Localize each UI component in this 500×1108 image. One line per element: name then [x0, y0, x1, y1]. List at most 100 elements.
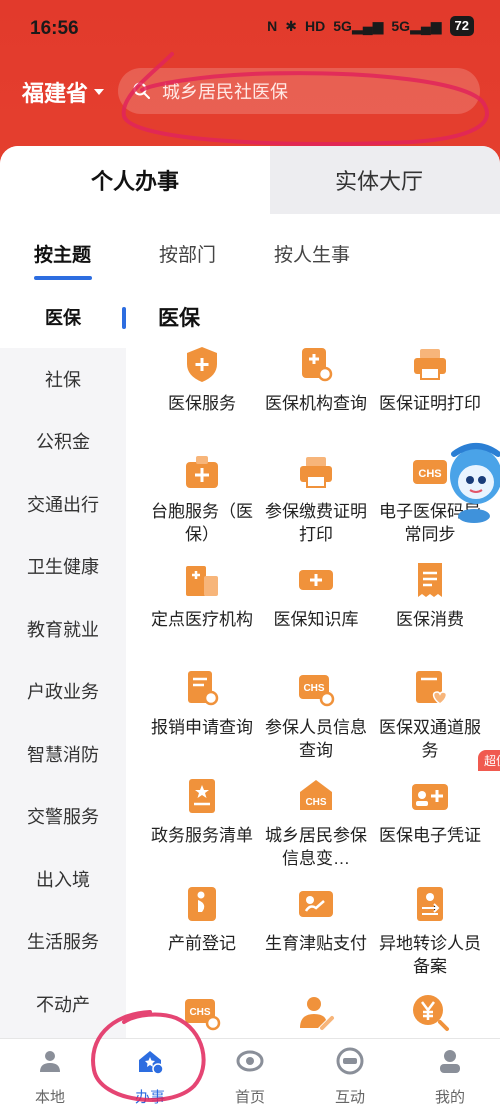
shield-plus-icon — [182, 344, 222, 384]
sidebar-item-health[interactable]: 卫生健康 — [0, 535, 126, 597]
sidebar-item-medical-insurance[interactable]: 医保 — [0, 286, 126, 348]
service-item[interactable]: 医保机构查询 — [256, 344, 376, 415]
chs-transfer-icon: CHS — [182, 992, 222, 1032]
tab-personal-affairs[interactable]: 个人办事 — [0, 146, 270, 214]
signal-icon: 5G▂▄▆ — [333, 18, 384, 34]
service-label: 定点医疗机构 — [151, 610, 253, 629]
sidebar-item-living-services[interactable]: 生活服务 — [0, 910, 126, 972]
service-item[interactable] — [256, 992, 376, 1032]
service-label: 医保机构查询 — [265, 394, 367, 413]
service-item[interactable]: 产前登记 — [142, 884, 262, 955]
service-item[interactable]: CHS 参保人员信息查询 — [256, 668, 376, 762]
category-sidebar: 医保 社保 公积金 交通出行 卫生健康 教育就业 户政业务 智慧消防 交警服务 … — [0, 286, 126, 1038]
nav-services[interactable]: 办事 — [110, 1047, 190, 1107]
service-item[interactable]: 定点医疗机构 — [142, 560, 262, 631]
doc-star-icon — [182, 776, 222, 816]
service-item[interactable] — [370, 992, 490, 1032]
service-item[interactable]: 生育津贴支付 — [256, 884, 376, 955]
search-placeholder: 城乡居民社医保 — [162, 82, 288, 102]
service-label: 城乡居民参保信息变… — [265, 826, 367, 868]
sidebar-item-housing-fund[interactable]: 公积金 — [0, 410, 126, 472]
sidebar-item-traffic-police[interactable]: 交警服务 — [0, 785, 126, 847]
sidebar-item-transport[interactable]: 交通出行 — [0, 473, 126, 535]
bluetooth-icon: ✱ — [285, 18, 298, 34]
sub-tabs: 按主题 按部门 按人生事 — [0, 232, 500, 280]
hd-icon: HD — [305, 18, 326, 34]
service-label: 产前登记 — [168, 934, 236, 953]
promo-badge: 超便捷 — [478, 750, 500, 771]
mascot-icon[interactable] — [440, 436, 500, 526]
service-label: 医保知识库 — [273, 610, 359, 629]
service-item[interactable]: 医保消费 — [370, 560, 490, 631]
home-logo-icon — [236, 1050, 264, 1072]
svg-text:CHS: CHS — [305, 797, 326, 808]
printer-icon — [410, 344, 450, 384]
service-label: 台胞服务（医保） — [151, 502, 253, 544]
subtab-by-department[interactable]: 按部门 — [159, 240, 216, 267]
svg-text:CHS: CHS — [418, 468, 441, 480]
service-label: 生育津贴支付 — [265, 934, 367, 953]
service-label: 医保电子凭证 — [379, 826, 481, 845]
person-edit-icon — [296, 992, 336, 1032]
sidebar-item-real-estate[interactable]: 不动产 — [0, 973, 126, 1035]
service-item[interactable]: CHS 城乡居民参保信息变… — [256, 776, 376, 870]
subtab-by-theme[interactable]: 按主题 — [34, 240, 91, 267]
service-label: 政务服务清单 — [151, 826, 253, 845]
province-selector[interactable]: 福建省 — [22, 76, 105, 108]
sidebar-item-education[interactable]: 教育就业 — [0, 598, 126, 660]
service-item[interactable]: 政务服务清单 — [142, 776, 262, 847]
nav-local-label: 本地 — [34, 1089, 65, 1106]
subtab-by-life-event[interactable]: 按人生事 — [274, 240, 350, 267]
status-bar: 16:56 N ✱ HD 5G▂▄▆ 5G▂▄▆ 72 — [0, 0, 500, 58]
tab-hall-label: 实体大厅 — [334, 169, 423, 194]
printer-icon — [296, 452, 336, 492]
search-icon — [133, 82, 150, 99]
status-time: 16:56 — [30, 18, 79, 39]
section-title: 医保 — [158, 307, 200, 330]
sidebar-item-social-security[interactable]: 社保 — [0, 348, 126, 410]
sidebar-item-immigration[interactable]: 出入境 — [0, 848, 126, 910]
baby-card-icon — [296, 884, 336, 924]
service-item[interactable]: 异地转诊人员备案 — [370, 884, 490, 978]
clinic-search-icon — [296, 344, 336, 384]
id-card-plus-icon: 超便捷 — [410, 750, 500, 816]
service-item[interactable]: 医保证明打印 — [370, 344, 490, 415]
nfc-icon: N — [267, 18, 278, 34]
status-icons: N ✱ HD 5G▂▄▆ 5G▂▄▆ 72 — [267, 16, 474, 36]
subtab-indicator — [34, 276, 92, 280]
nav-interact[interactable]: 互动 — [310, 1047, 390, 1107]
main-card: 实体大厅 个人办事 按主题 按部门 按人生事 医保 社保 公积金 交通出行 卫生… — [0, 146, 500, 1038]
receipt-icon — [410, 560, 450, 600]
service-item[interactable]: 医保知识库 — [256, 560, 376, 631]
service-item[interactable]: 医保双通道服务 — [370, 668, 490, 762]
profile-icon — [440, 1050, 460, 1073]
chs-edit-icon: CHS — [296, 776, 336, 816]
tab-physical-hall[interactable]: 实体大厅 — [258, 146, 500, 214]
service-item[interactable]: 医保服务 — [142, 344, 262, 415]
service-label: 医保证明打印 — [379, 394, 481, 413]
nav-local[interactable]: 本地 — [10, 1047, 90, 1107]
service-label: 参保人员信息查询 — [265, 718, 367, 760]
nav-home[interactable]: 首页 — [210, 1047, 290, 1107]
svg-text:CHS: CHS — [189, 1007, 210, 1018]
sidebar-item-fire-safety[interactable]: 智慧消防 — [0, 723, 126, 785]
sidebar-item-household[interactable]: 户政业务 — [0, 660, 126, 722]
search-bar[interactable]: 城乡居民社医保 — [118, 68, 480, 114]
service-item[interactable]: 台胞服务（医保） — [142, 452, 262, 546]
service-item[interactable]: CHS — [142, 992, 262, 1032]
nav-profile[interactable]: 我的 — [410, 1047, 490, 1107]
transfer-doc-icon — [410, 884, 450, 924]
caret-down-icon — [94, 89, 105, 95]
nav-profile-label: 我的 — [434, 1089, 465, 1106]
doc-search-icon — [182, 668, 222, 708]
yen-search-icon — [410, 992, 450, 1032]
service-item[interactable]: 报销申请查询 — [142, 668, 262, 739]
battery-icon: 72 — [449, 16, 474, 36]
service-item[interactable]: 超便捷医保电子凭证 — [370, 750, 500, 847]
service-label: 参保缴费证明打印 — [265, 502, 367, 544]
hospital-building-icon — [182, 560, 222, 600]
ticket-plus-icon — [296, 560, 336, 600]
service-label: 医保双通道服务 — [379, 718, 481, 760]
service-item[interactable]: 参保缴费证明打印 — [256, 452, 376, 546]
nav-home-label: 首页 — [234, 1089, 265, 1106]
